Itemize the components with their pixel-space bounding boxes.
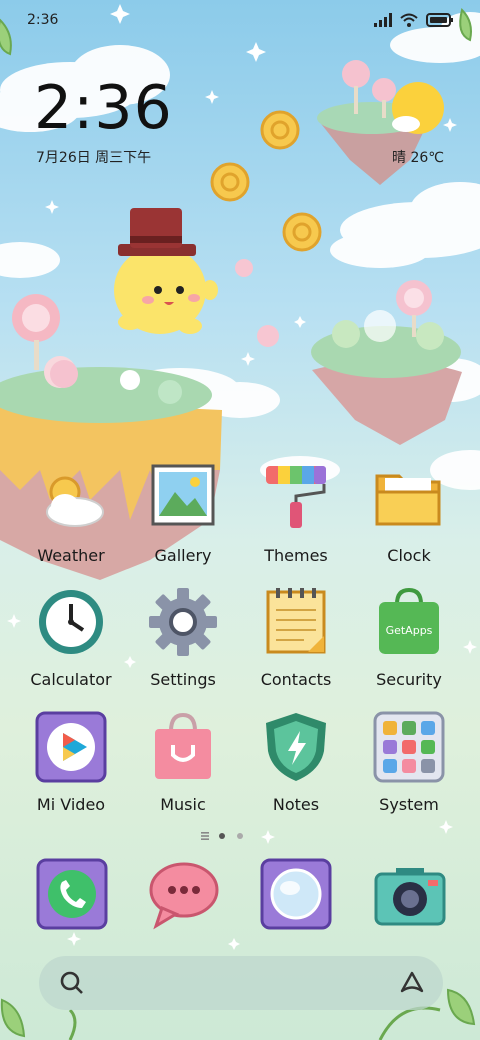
- clock-widget-time[interactable]: 2:36: [34, 78, 173, 138]
- app-label: Mi Video: [36, 795, 106, 814]
- search-icon[interactable]: [59, 970, 85, 996]
- app-notes[interactable]: Notes: [241, 711, 351, 814]
- status-time: 2:36: [27, 12, 59, 28]
- app-calculator[interactable]: Calculator: [16, 586, 126, 689]
- home-screen: 2:36 2:36 7月26日 周三下午 晴 26℃ Weather Galle…: [0, 0, 480, 1040]
- messages-icon[interactable]: [148, 858, 220, 930]
- app-settings[interactable]: Settings: [128, 586, 238, 689]
- search-input[interactable]: [99, 968, 383, 1000]
- app-label: Notes: [272, 795, 320, 814]
- getapps-badge-text: GetApps: [386, 624, 433, 637]
- app-gallery[interactable]: Gallery: [128, 462, 238, 565]
- notepad-icon: [266, 588, 326, 654]
- status-bar: 2:36: [0, 0, 480, 40]
- app-label: Themes: [264, 546, 328, 565]
- app-label: Weather: [37, 546, 105, 565]
- app-security[interactable]: GetApps Security: [354, 586, 464, 689]
- themes-icon: [266, 466, 326, 528]
- shield-icon: [266, 713, 326, 781]
- app-contacts[interactable]: Contacts: [241, 586, 351, 689]
- getapps-icon: GetApps: [379, 587, 439, 654]
- weather-icon: [46, 476, 104, 527]
- page-dot-active[interactable]: [219, 833, 225, 839]
- page-indicator[interactable]: [199, 830, 259, 842]
- wifi-icon: [400, 13, 418, 27]
- signal-icon: [374, 13, 392, 27]
- camera-icon[interactable]: [374, 858, 446, 930]
- app-label: Music: [160, 795, 206, 814]
- app-label: Clock: [387, 546, 431, 565]
- app-label: Security: [376, 670, 442, 689]
- app-label: Settings: [150, 670, 216, 689]
- folder-icon: [375, 474, 441, 526]
- app-themes[interactable]: Themes: [241, 462, 351, 565]
- app-label: System: [379, 795, 439, 814]
- system-folder-icon: [373, 711, 445, 783]
- app-label: Contacts: [260, 670, 332, 689]
- status-icons: [374, 10, 454, 30]
- phone-icon[interactable]: [36, 858, 108, 930]
- app-system[interactable]: System: [354, 711, 464, 814]
- page-dot[interactable]: [237, 833, 243, 839]
- battery-icon: [426, 13, 453, 27]
- dock: [0, 856, 480, 936]
- app-label: Gallery: [154, 546, 212, 565]
- gallery-icon: [151, 464, 215, 526]
- app-label: Calculator: [30, 670, 112, 689]
- app-weather[interactable]: Weather: [16, 462, 126, 565]
- play-icon: [35, 711, 107, 783]
- app-clock[interactable]: Clock: [354, 462, 464, 565]
- bag-icon: [155, 712, 211, 779]
- search-bar[interactable]: [39, 956, 443, 1010]
- menu-lines-icon: [201, 832, 209, 840]
- weather-widget-text[interactable]: 晴 26℃: [392, 147, 444, 167]
- clock-widget-date: 7月26日 周三下午: [36, 150, 152, 166]
- browser-icon[interactable]: [260, 858, 332, 930]
- app-music[interactable]: Music: [128, 711, 238, 814]
- gear-icon: [149, 588, 217, 656]
- clock-icon: [39, 590, 103, 654]
- assistant-icon[interactable]: [399, 970, 425, 996]
- app-mi-video[interactable]: Mi Video: [16, 711, 126, 814]
